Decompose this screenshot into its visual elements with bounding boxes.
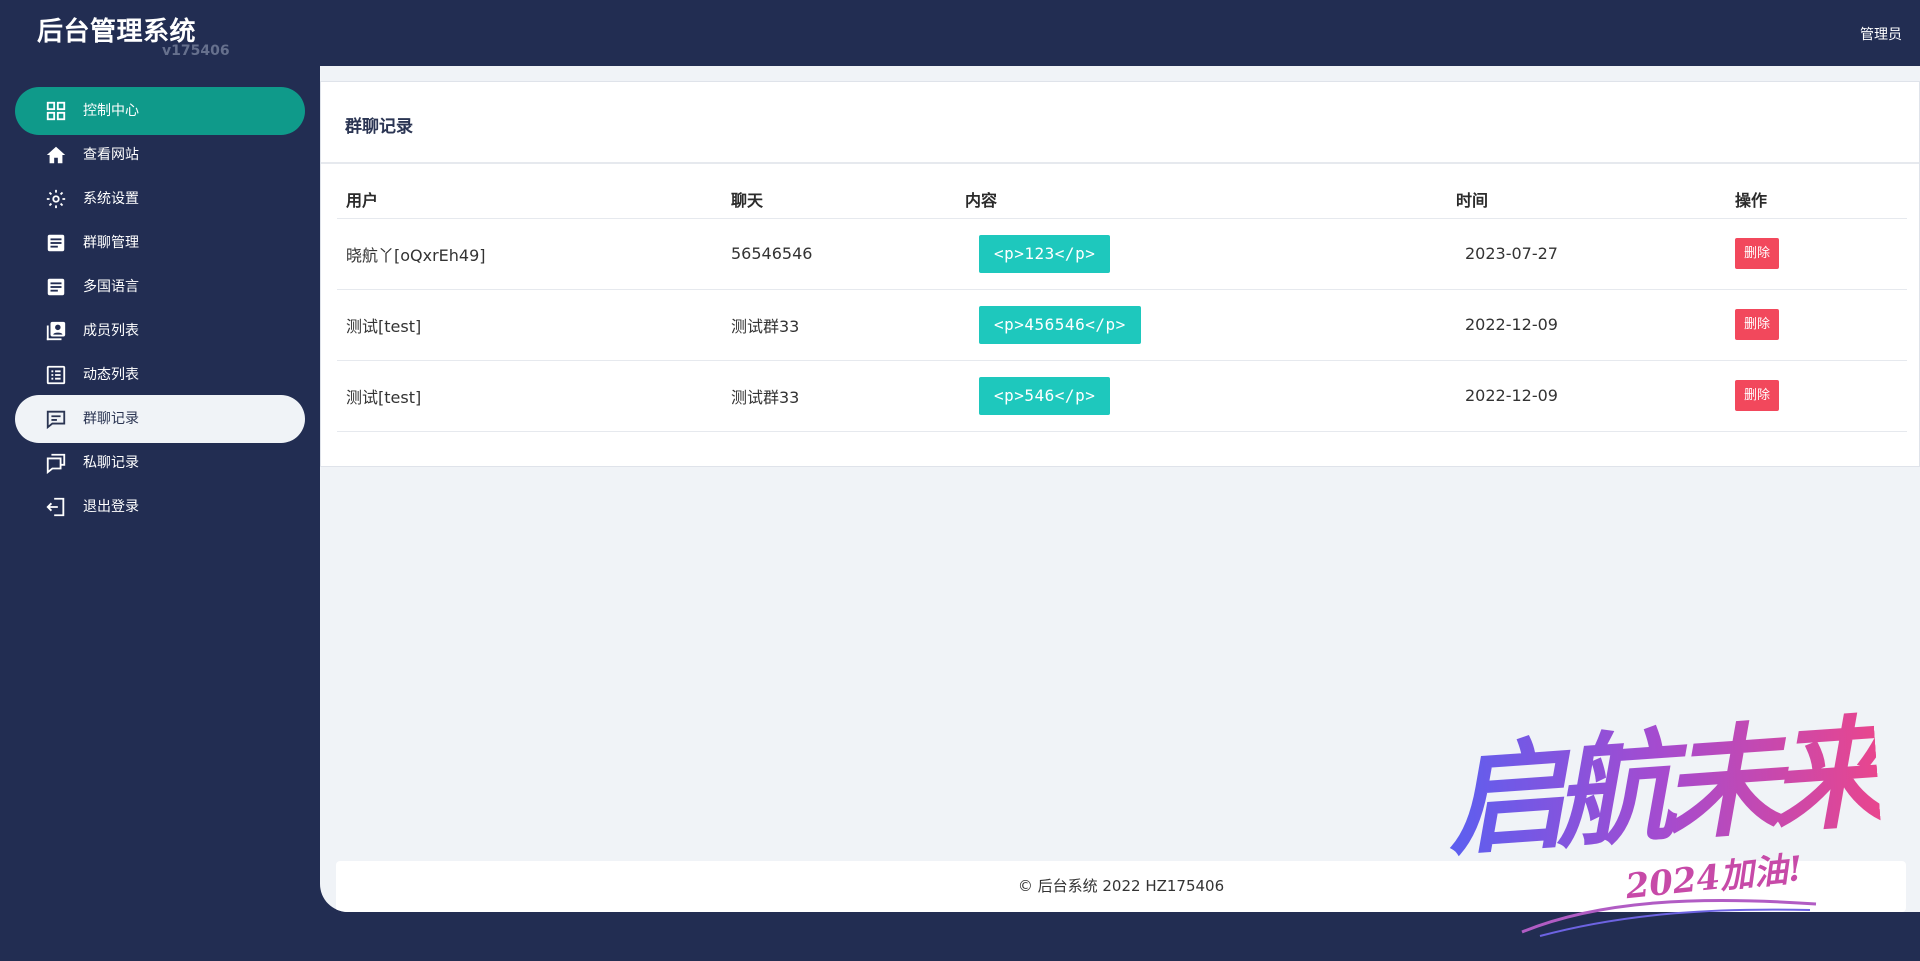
sidebar-item-label: 系统设置 — [83, 191, 139, 207]
home-icon — [45, 144, 67, 166]
sidebar-item-label: 查看网站 — [83, 147, 139, 163]
sidebar-item-languages[interactable]: 多国语言 — [15, 263, 305, 311]
brand: 后台管理系统 v175406 — [37, 14, 230, 59]
current-user[interactable]: 管理员 — [1860, 24, 1902, 44]
records-table: 用户 聊天 内容 时间 操作 晓航丫[oQxrEh49] 56546546 <p… — [337, 180, 1907, 432]
brand-version: v175406 — [162, 43, 230, 59]
cell-time: 2023-07-27 — [1456, 218, 1726, 290]
cell-user: 测试[test] — [337, 289, 722, 361]
table-row: 测试[test] 测试群33 <p>546</p> 2022-12-09 删除 — [337, 360, 1907, 432]
cell-content: <p>546</p> — [956, 360, 1456, 432]
cell-content: <p>123</p> — [956, 218, 1456, 290]
column-header-action: 操作 — [1726, 180, 1907, 219]
page-title: 群聊记录 — [345, 117, 413, 137]
cell-time: 2022-12-09 — [1456, 289, 1726, 361]
document-icon — [45, 276, 67, 298]
delete-button[interactable]: 删除 — [1735, 380, 1780, 411]
sidebar-item-group-management[interactable]: 群聊管理 — [15, 219, 305, 267]
sidebar-item-members[interactable]: 成员列表 — [15, 307, 305, 355]
sidebar-item-dashboard[interactable]: 控制中心 — [15, 87, 305, 135]
contacts-icon — [45, 320, 67, 342]
column-header-content: 内容 — [956, 180, 1456, 219]
column-header-user: 用户 — [337, 180, 722, 219]
delete-button[interactable]: 删除 — [1735, 309, 1780, 340]
sidebar-item-label: 成员列表 — [83, 323, 139, 339]
column-header-time: 时间 — [1456, 180, 1726, 219]
cell-action: 删除 — [1726, 218, 1907, 290]
content-tag: <p>123</p> — [979, 234, 1111, 273]
cell-user: 晓航丫[oQxrEh49] — [337, 218, 722, 290]
sidebar-item-moments[interactable]: 动态列表 — [15, 351, 305, 399]
sidebar-item-label: 群聊管理 — [83, 235, 139, 251]
records-card: 群聊记录 用户 聊天 内容 时间 操作 晓航丫[oQxrEh49] 565465… — [320, 81, 1920, 467]
app-root: 后台管理系统 v175406 管理员 控制中心 查看网站 系统设置 群聊管理 多… — [0, 0, 1920, 961]
content-tag: <p>546</p> — [979, 376, 1111, 415]
sidebar-item-label: 私聊记录 — [83, 455, 139, 471]
list-icon — [45, 364, 67, 386]
sidebar-item-label: 动态列表 — [83, 367, 139, 383]
sidebar-item-group-chat-records[interactable]: 群聊记录 — [15, 395, 305, 443]
card-header: 群聊记录 — [321, 82, 1919, 164]
sidebar-item-settings[interactable]: 系统设置 — [15, 175, 305, 223]
delete-button[interactable]: 删除 — [1735, 238, 1780, 269]
cell-content: <p>456546</p> — [956, 289, 1456, 361]
sidebar-item-label: 退出登录 — [83, 499, 139, 515]
dashboard-grid-icon — [45, 100, 67, 122]
cell-action: 删除 — [1726, 289, 1907, 361]
main-content: 群聊记录 用户 聊天 内容 时间 操作 晓航丫[oQxrEh49] 565465… — [320, 66, 1920, 912]
sidebar-item-private-chat-records[interactable]: 私聊记录 — [15, 439, 305, 487]
sidebar-item-label: 多国语言 — [83, 279, 139, 295]
sidebar-item-label: 群聊记录 — [83, 411, 139, 427]
sidebar-item-label: 控制中心 — [83, 103, 139, 119]
sidebar-item-logout[interactable]: 退出登录 — [15, 483, 305, 531]
table-header-row: 用户 聊天 内容 时间 操作 — [337, 180, 1907, 219]
cell-chat: 测试群33 — [722, 360, 956, 432]
cell-chat: 测试群33 — [722, 289, 956, 361]
table-row: 晓航丫[oQxrEh49] 56546546 <p>123</p> 2023-0… — [337, 218, 1907, 290]
footer: © 后台系统 2022 HZ175406 — [336, 861, 1906, 912]
chats-icon — [45, 452, 67, 474]
document-icon — [45, 232, 67, 254]
chat-icon — [45, 408, 67, 430]
logout-icon — [45, 496, 67, 518]
column-header-chat: 聊天 — [722, 180, 956, 219]
cell-time: 2022-12-09 — [1456, 360, 1726, 432]
content-tag: <p>456546</p> — [979, 305, 1141, 344]
cell-user: 测试[test] — [337, 360, 722, 432]
table-row: 测试[test] 测试群33 <p>456546</p> 2022-12-09 … — [337, 289, 1907, 361]
cell-action: 删除 — [1726, 360, 1907, 432]
cell-chat: 56546546 — [722, 218, 956, 290]
gear-icon — [45, 188, 67, 210]
sidebar-item-view-site[interactable]: 查看网站 — [15, 131, 305, 179]
